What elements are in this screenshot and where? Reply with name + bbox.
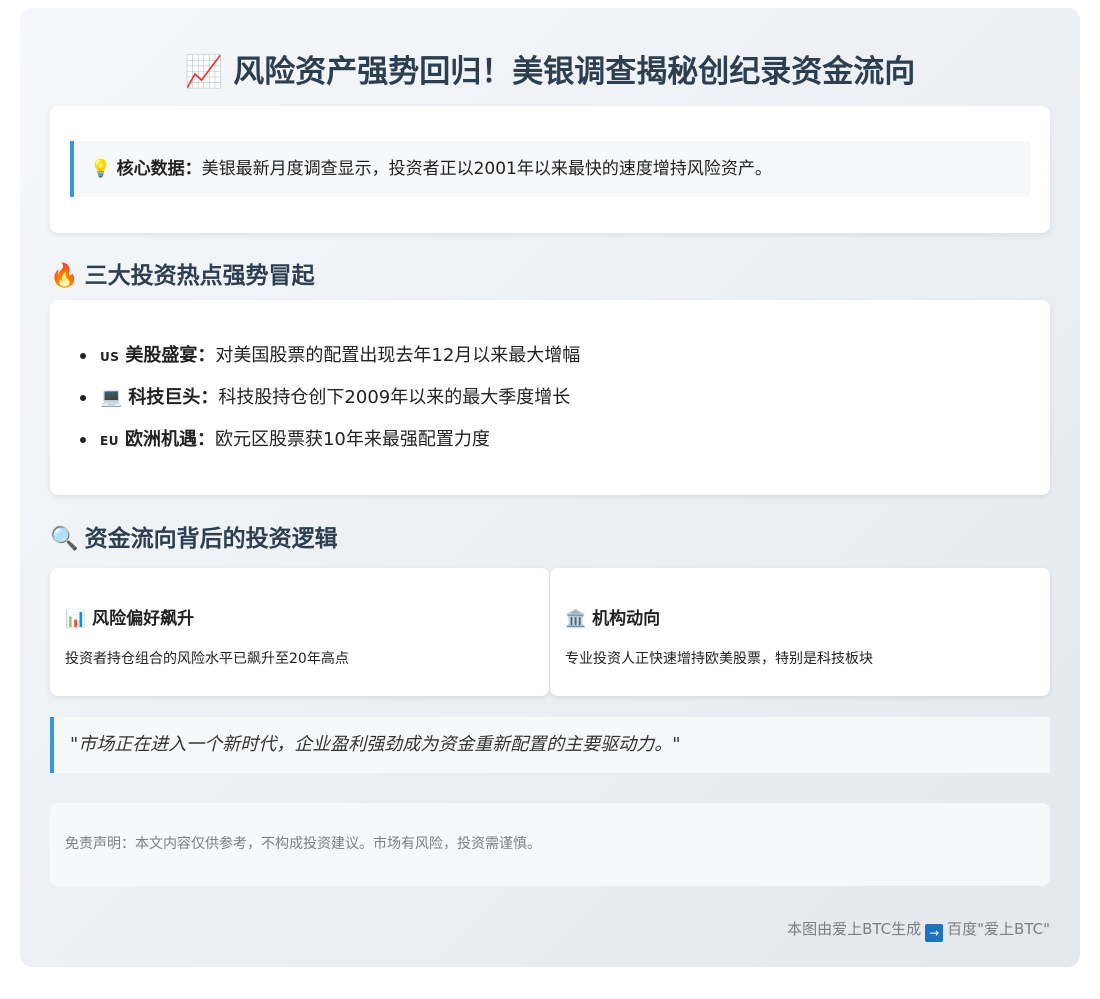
fire-icon: 🔥: [50, 263, 79, 289]
eu-flag-icon: EU: [100, 434, 119, 448]
list-item-text: 欧元区股票获10年来最强配置力度: [214, 429, 490, 450]
list-item-text: 科技股持仓创下2009年以来的最大季度增长: [218, 387, 571, 408]
page-title-text: 风险资产强势回归！美银调查揭秘创纪录资金流向: [233, 54, 916, 90]
card-title: 📊 风险偏好飙升: [65, 604, 194, 629]
hotspots-list: US 美股盛宴：对美国股票的配置出现去年12月以来最大增幅 💻 科技巨头：科技股持仓…: [80, 335, 580, 461]
arrow-right-icon: →: [925, 924, 944, 942]
list-item: US 美股盛宴：对美国股票的配置出现去年12月以来最大增幅: [80, 335, 580, 377]
quote-block: "市场正在进入一个新时代，企业盈利强劲成为资金重新配置的主要驱动力。": [50, 717, 1050, 773]
footer-credit: 本图由爱上BTC生成 → 百度"爱上BTC": [787, 918, 1050, 942]
bar-chart-icon: 📊: [65, 609, 87, 629]
lightbulb-icon: 💡: [90, 159, 112, 179]
card-text: 投资者持仓组合的风险水平已飙升至20年高点: [65, 651, 349, 667]
card-title-text: 机构动向: [592, 609, 661, 629]
list-item-text: 对美国股票的配置出现去年12月以来最大增幅: [215, 345, 581, 366]
list-item: EU 欧洲机遇：欧元区股票获10年来最强配置力度: [80, 419, 580, 461]
footer-search-hint: 百度"爱上BTC": [947, 920, 1050, 938]
core-data-text: 美银最新月度调查显示，投资者正以2001年以来最快的速度增持风险资产。: [201, 159, 772, 179]
logic-heading: 🔍 资金流向背后的投资逻辑: [50, 519, 338, 553]
card-title-text: 风险偏好飙升: [92, 609, 195, 629]
us-flag-icon: US: [100, 350, 120, 364]
list-item: 💻 科技巨头：科技股持仓创下2009年以来的最大季度增长: [80, 377, 580, 419]
hotspots-heading-text: 三大投资热点强势冒起: [84, 263, 315, 289]
chart-increasing-icon: 📈: [184, 54, 224, 90]
card-title: 🏛️ 机构动向: [565, 604, 660, 629]
hotspots-card: US 美股盛宴：对美国股票的配置出现去年12月以来最大增幅 💻 科技巨头：科技股持仓…: [50, 300, 1050, 495]
laptop-icon: 💻: [100, 387, 123, 408]
bank-building-icon: 🏛️: [565, 609, 587, 629]
core-data-label: 核心数据：: [116, 159, 202, 179]
core-data-card: 💡 核心数据：美银最新月度调查显示，投资者正以2001年以来最快的速度增持风险资…: [50, 106, 1050, 233]
disclaimer: 免责声明：本文内容仅供参考，不构成投资建议。市场有风险，投资需谨慎。: [50, 803, 1050, 886]
list-item-label: 欧洲机遇：: [124, 429, 215, 450]
hotspots-heading: 🔥 三大投资热点强势冒起: [50, 256, 315, 290]
page-title: 📈 风险资产强势回归！美银调查揭秘创纪录资金流向: [20, 46, 1080, 91]
list-item-label: 科技巨头：: [128, 387, 219, 408]
magnifier-icon: 🔍: [50, 526, 79, 552]
card-text: 专业投资人正快速增持欧美股票，特别是科技板块: [565, 651, 873, 667]
risk-appetite-card: 📊 风险偏好飙升 投资者持仓组合的风险水平已飙升至20年高点: [50, 568, 549, 696]
footer-source: 本图由爱上BTC生成: [787, 920, 922, 938]
list-item-label: 美股盛宴：: [125, 345, 216, 366]
core-data-highlight: 💡 核心数据：美银最新月度调查显示，投资者正以2001年以来最快的速度增持风险资…: [70, 141, 1030, 197]
logic-heading-text: 资金流向背后的投资逻辑: [84, 526, 338, 552]
poster-frame: 📈 风险资产强势回归！美银调查揭秘创纪录资金流向 💡 核心数据：美银最新月度调查显…: [20, 8, 1080, 967]
institution-card: 🏛️ 机构动向 专业投资人正快速增持欧美股票，特别是科技板块: [550, 568, 1050, 696]
